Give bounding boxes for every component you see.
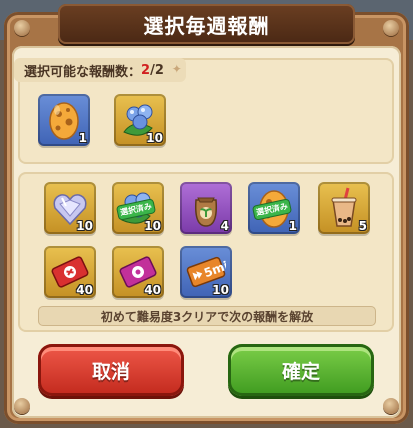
item-quantity: 1: [78, 131, 87, 145]
confirm-button-label: 確定: [281, 360, 320, 383]
reward-option-crystal-heart[interactable]: 10: [44, 182, 96, 234]
item-quantity: 40: [144, 283, 161, 297]
unlock-condition-text: 初めて難易度3クリアで次の報酬を解放: [38, 306, 376, 326]
reward-option-berries[interactable]: 選択済み 10: [112, 182, 164, 234]
rivet-decoration: [14, 20, 30, 36]
cancel-button-label: 取消: [91, 360, 130, 383]
reward-option-red-ticket[interactable]: 40: [44, 246, 96, 298]
reward-option-purple-ticket[interactable]: 40: [112, 246, 164, 298]
confirm-button[interactable]: 確定: [228, 344, 374, 396]
reward-option-seed-bag[interactable]: 4: [180, 182, 232, 234]
rivet-decoration: [383, 398, 399, 414]
item-quantity: 5: [358, 219, 367, 233]
item-quantity: 1: [288, 219, 297, 233]
selected-reward-egg[interactable]: 1: [38, 94, 90, 146]
item-quantity: 10: [212, 283, 229, 297]
rivet-decoration: [14, 398, 30, 414]
selection-count-label: 選択可能な報酬数： 2 / 2 ✦: [14, 58, 186, 82]
title-banner: 選択毎週報酬: [58, 4, 355, 44]
reward-option-time-skip[interactable]: 5min 10: [180, 246, 232, 298]
selection-count-current: 2: [141, 62, 151, 78]
item-quantity: 10: [146, 131, 163, 145]
sparkle-icon: ✦: [171, 62, 182, 76]
rivet-decoration: [383, 20, 399, 36]
item-quantity: 10: [76, 219, 93, 233]
dialog-title: 選択毎週報酬: [143, 13, 270, 38]
reward-option-bubble-tea[interactable]: 5: [318, 182, 370, 234]
item-quantity: 10: [144, 219, 161, 233]
reward-option-egg[interactable]: 選択済み 1: [248, 182, 300, 234]
selected-reward-berries[interactable]: 10: [114, 94, 166, 146]
item-quantity: 40: [76, 283, 93, 297]
item-quantity: 4: [220, 219, 229, 233]
selection-count-text: 選択可能な報酬数：: [24, 64, 142, 80]
cancel-button[interactable]: 取消: [38, 344, 184, 396]
selection-count-total: 2: [154, 62, 164, 78]
